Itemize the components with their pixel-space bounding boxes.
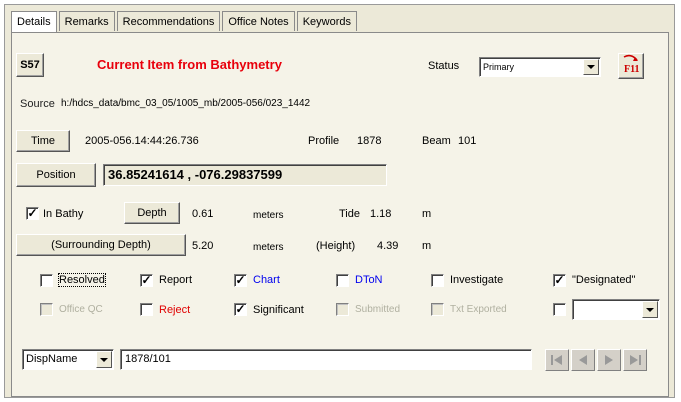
extra-select[interactable] [572,299,660,320]
designated-label: "Designated" [572,274,636,286]
tab-office-notes[interactable]: Office Notes [222,11,295,31]
tide-label: Tide [339,208,360,220]
tab-details[interactable]: Details [11,11,57,33]
tab-keywords[interactable]: Keywords [296,11,357,31]
submitted-checkbox[interactable] [336,303,349,316]
f11-icon: F11 [623,54,640,75]
time-button[interactable]: Time [16,130,70,152]
dispname-value: DispName [26,353,78,365]
designated-checkbox[interactable]: ✓ [553,274,566,287]
surrounding-depth-unit: meters [253,242,284,253]
reject-label: Reject [159,304,191,316]
height-label: (Height) [316,240,356,252]
first-icon [551,355,562,365]
surrounding-depth-button[interactable]: (Surrounding Depth) [16,234,186,256]
profile-label: Profile [308,135,340,147]
resolved-label: Resolved [58,273,106,287]
last-record-button[interactable] [623,349,647,371]
status-select[interactable]: Primary [479,57,601,77]
office-qc-label: Office QC [59,304,103,315]
reject-checkbox[interactable] [140,303,153,316]
chevron-down-icon[interactable] [583,59,599,75]
depth-value: 0.61 [192,208,214,220]
depth-unit: meters [253,210,284,221]
chevron-down-icon[interactable] [96,351,112,368]
tide-unit: m [422,208,432,220]
window-frame: Details Remarks Recommendations Office N… [4,4,675,398]
s57-button[interactable]: S57 [16,53,44,77]
f11-button[interactable]: F11 [618,53,644,79]
dton-label: DToN [355,274,383,286]
next-icon [605,355,613,365]
first-record-button[interactable] [545,349,569,371]
txt-exported-label: Txt Exported [450,304,507,315]
in-bathy-label: In Bathy [43,208,84,220]
status-value: Primary [483,62,514,72]
position-button[interactable]: Position [16,163,96,187]
significant-label: Significant [253,304,304,316]
dispname-select[interactable]: DispName [22,349,114,370]
status-label: Status [428,60,460,72]
previous-record-button[interactable] [571,349,595,371]
svg-text:F11: F11 [624,64,640,75]
investigate-checkbox[interactable] [431,274,444,287]
beam-label: Beam [422,135,451,147]
depth-button[interactable]: Depth [124,202,180,224]
next-record-button[interactable] [597,349,621,371]
page-title: Current Item from Bathymetry [97,57,282,72]
surrounding-depth-value: 5.20 [192,240,214,252]
office-qc-checkbox[interactable] [40,303,53,316]
beam-value: 101 [458,135,477,147]
source-label: Source [20,98,55,110]
display-name-field[interactable]: 1878/101 [120,349,532,370]
txt-exported-checkbox[interactable] [431,303,444,316]
previous-icon [579,355,587,365]
height-value: 4.39 [377,240,399,252]
significant-checkbox[interactable]: ✓ [234,303,247,316]
report-label: Report [159,274,193,286]
in-bathy-checkbox[interactable]: ✓ [26,207,39,220]
last-icon [630,355,641,365]
time-value: 2005-056.14:44:26.736 [85,135,199,147]
tide-value: 1.18 [370,208,392,220]
tab-recommendations[interactable]: Recommendations [116,11,221,31]
chevron-down-icon[interactable] [642,301,658,318]
height-unit: m [422,240,432,252]
investigate-label: Investigate [450,274,504,286]
submitted-label: Submitted [355,304,401,315]
source-path: h:/hdcs_data/bmc_03_05/1005_mb/2005-056/… [61,98,311,109]
resolved-checkbox[interactable] [40,274,53,287]
chart-checkbox[interactable]: ✓ [234,274,247,287]
details-panel: S57 Current Item from Bathymetry Status … [11,32,669,397]
position-field[interactable]: 36.85241614 , -076.29837599 [103,164,387,186]
tab-bar: Details Remarks Recommendations Office N… [11,11,359,33]
tab-remarks[interactable]: Remarks [58,11,115,31]
dton-checkbox[interactable] [336,274,349,287]
report-checkbox[interactable]: ✓ [140,274,153,287]
extra-checkbox[interactable] [553,303,566,316]
profile-value: 1878 [357,135,382,147]
chart-label: Chart [253,274,280,286]
